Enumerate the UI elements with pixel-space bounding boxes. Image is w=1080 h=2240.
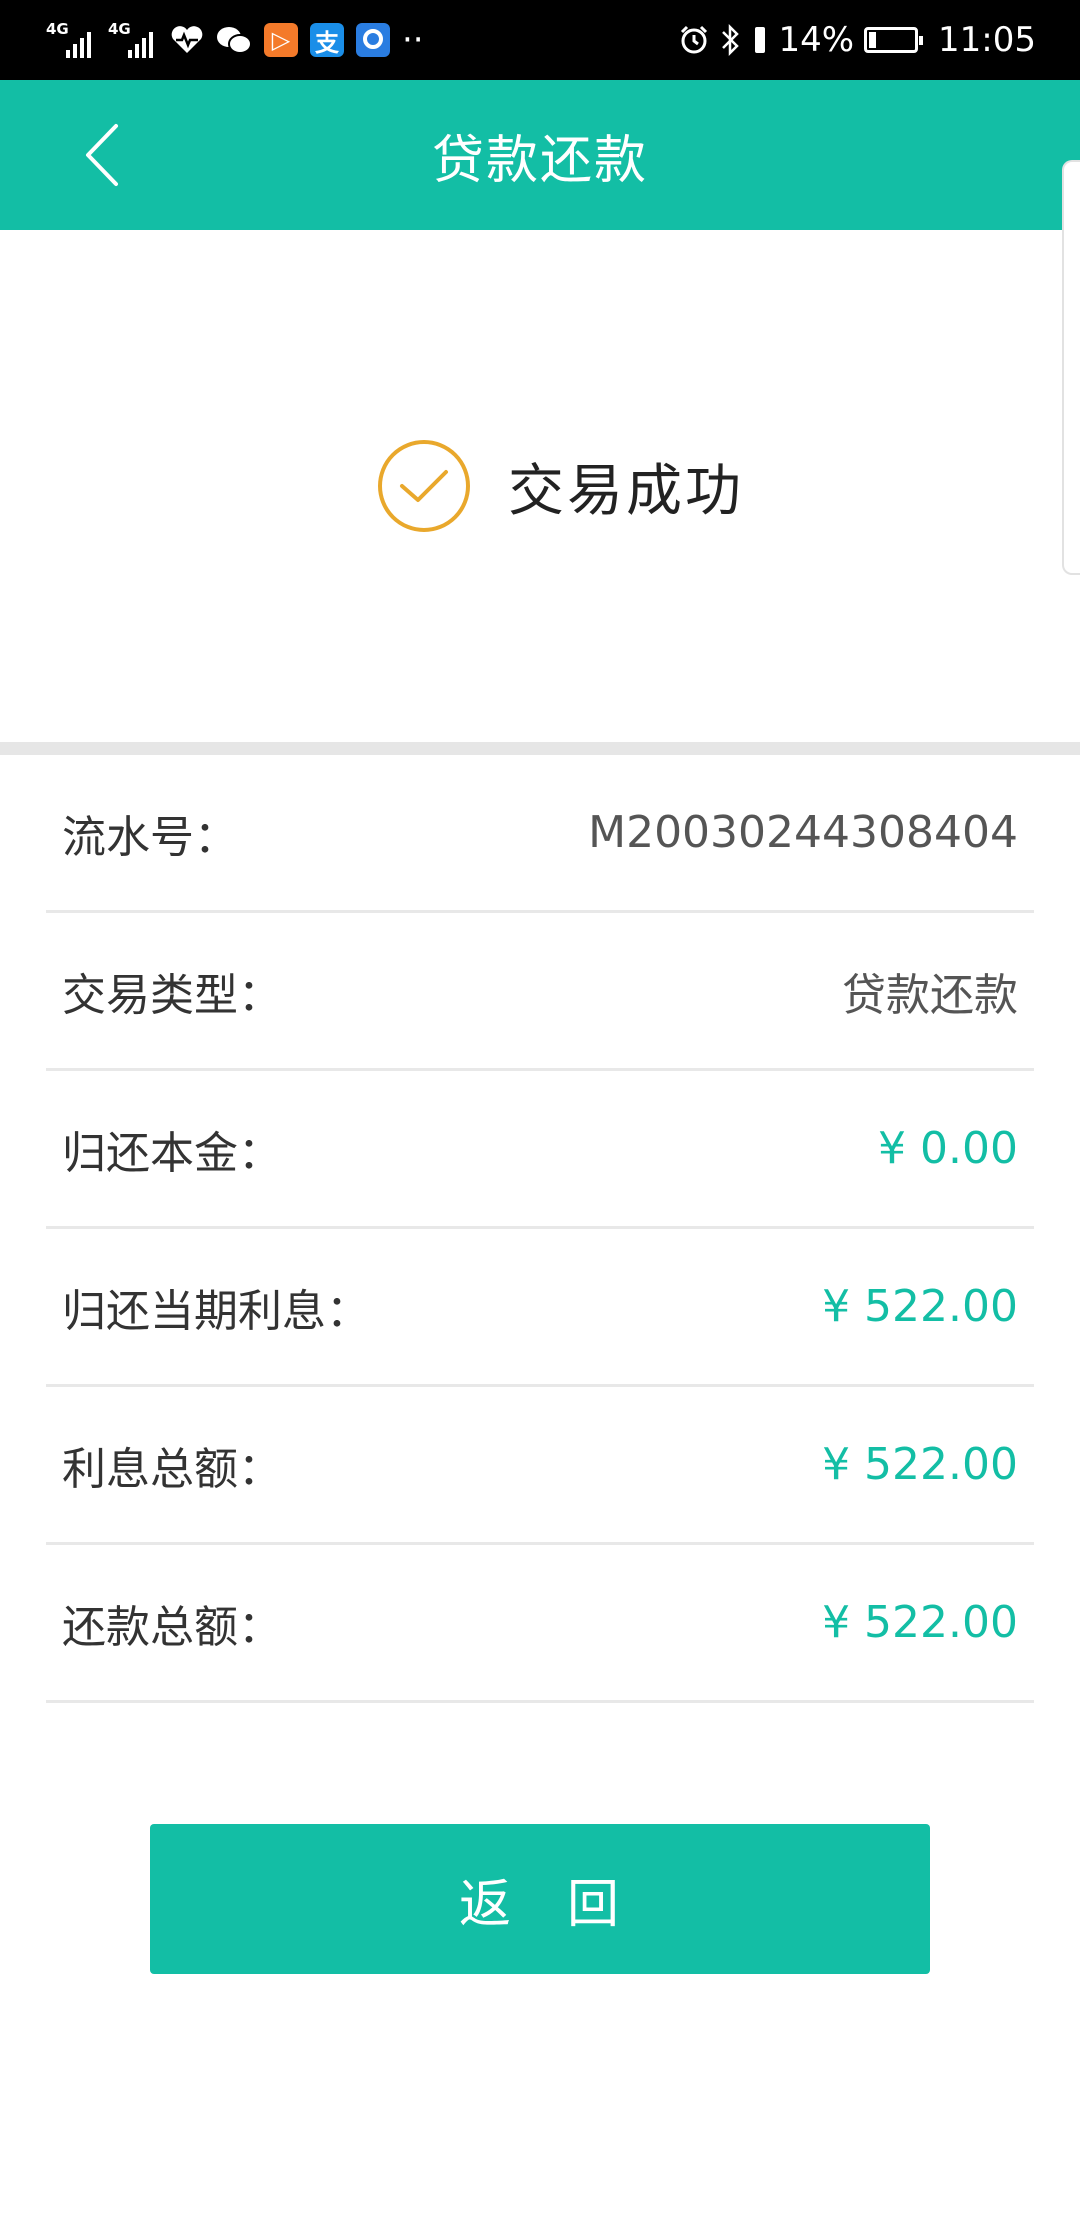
- detail-row-current-interest: 归还当期利息： ¥ 522.00: [46, 1229, 1034, 1387]
- signal-bars-icon: [128, 28, 156, 58]
- clock: 11:05: [938, 20, 1036, 60]
- status-bar-right: 14% 11:05: [668, 20, 1036, 60]
- back-button[interactable]: [72, 120, 132, 190]
- cellular-signal-2: 4G: [108, 22, 156, 58]
- detail-value: ¥ 0.00: [878, 1123, 1018, 1174]
- detail-value: ¥ 522.00: [822, 1439, 1018, 1490]
- alipay-icon: 支: [310, 23, 344, 57]
- signal-bars-icon: [66, 28, 94, 58]
- chevron-left-icon: [86, 124, 118, 186]
- return-button[interactable]: 返 回: [150, 1824, 930, 1974]
- network-type-1: 4G: [46, 20, 69, 38]
- detail-label: 流水号：: [62, 811, 238, 863]
- detail-label: 归还本金：: [62, 1127, 282, 1179]
- detail-label: 利息总额：: [62, 1443, 282, 1495]
- overflow-dots: ··: [402, 20, 424, 60]
- check-circle-icon: [378, 440, 470, 532]
- result-status-text: 交易成功: [508, 458, 744, 524]
- detail-label: 交易类型：: [62, 969, 282, 1021]
- status-bar: 4G 4G ▷ 支 ·· 14% 11:05: [0, 0, 1080, 80]
- detail-label: 归还当期利息：: [62, 1285, 370, 1337]
- status-bar-left: 4G 4G ▷ 支 ··: [46, 20, 436, 60]
- detail-row-principal-returned: 归还本金： ¥ 0.00: [46, 1071, 1034, 1229]
- detail-row-transaction-type: 交易类型： 贷款还款: [46, 913, 1034, 1071]
- app-header: 贷款还款: [0, 80, 1080, 230]
- wechat-icon: [217, 27, 252, 54]
- transaction-result: 交易成功: [0, 230, 1080, 742]
- detail-value: ¥ 522.00: [822, 1597, 1018, 1648]
- network-type-2: 4G: [108, 20, 131, 38]
- bluetooth-icon: [722, 23, 740, 57]
- detail-value: ¥ 522.00: [822, 1281, 1018, 1332]
- cellular-signal-1: 4G: [46, 22, 94, 58]
- battery-icon: [864, 27, 924, 53]
- detail-value: 贷款还款: [842, 969, 1018, 1021]
- detail-row-serial-number: 流水号： M20030244308404: [46, 755, 1034, 913]
- detail-label: 还款总额：: [62, 1601, 282, 1653]
- video-app-icon: ▷: [264, 23, 298, 57]
- battery-percent: 14%: [778, 20, 855, 60]
- detail-row-total-interest: 利息总额： ¥ 522.00: [46, 1387, 1034, 1545]
- page-title: 贷款还款: [431, 130, 648, 191]
- health-icon: [171, 26, 203, 53]
- detail-value: M20030244308404: [588, 807, 1018, 858]
- section-divider: [0, 742, 1080, 755]
- vibrate-icon: [755, 27, 766, 53]
- alarm-icon: [681, 25, 708, 54]
- app-icon: [356, 23, 390, 57]
- detail-row-total-repayment: 还款总额： ¥ 522.00: [46, 1545, 1034, 1703]
- transaction-details: 流水号： M20030244308404 交易类型： 贷款还款 归还本金： ¥ …: [0, 755, 1080, 1703]
